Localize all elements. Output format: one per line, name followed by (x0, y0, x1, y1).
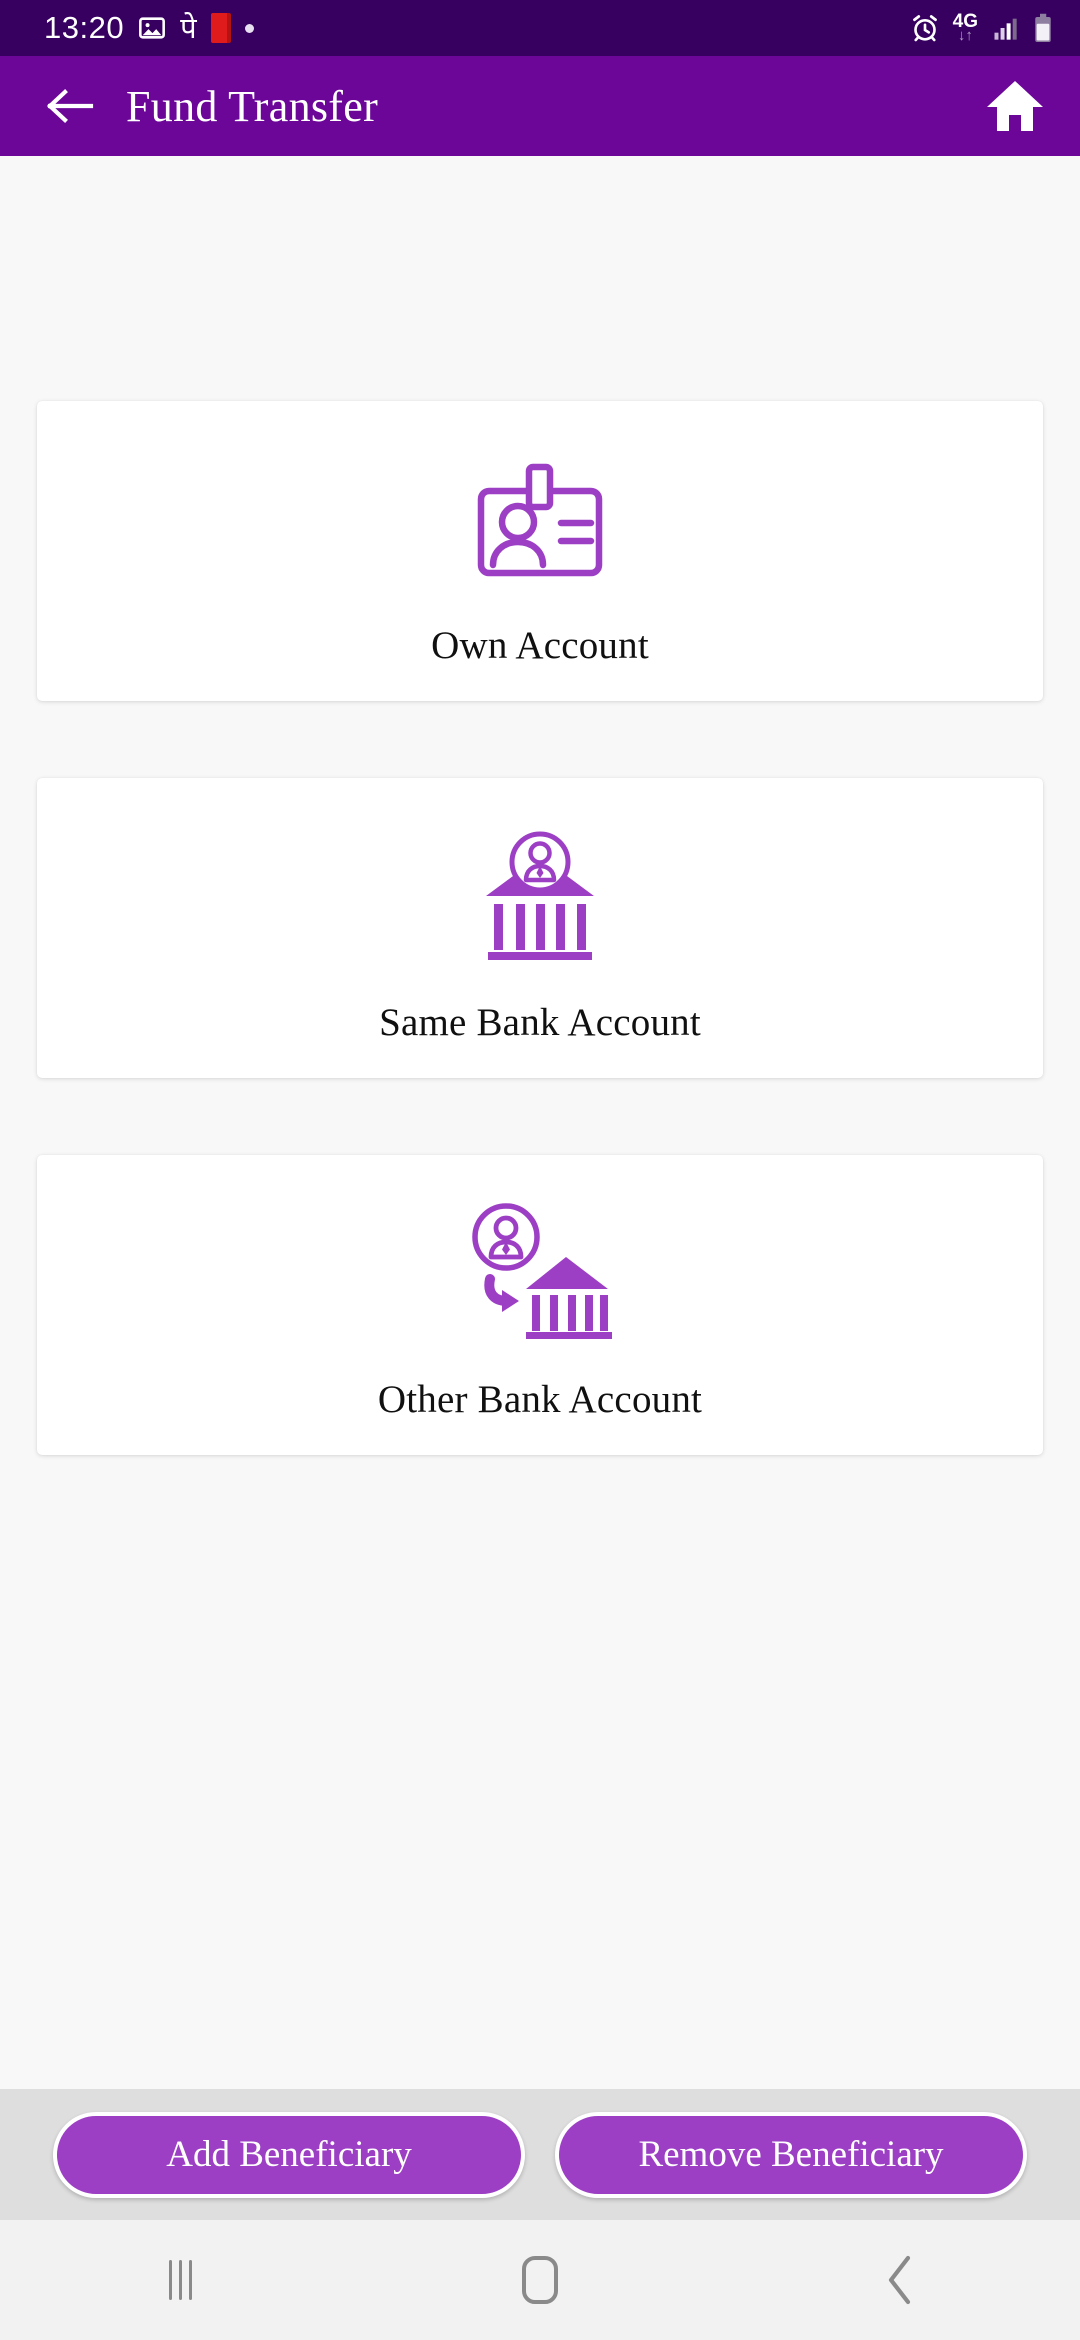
transfer-to-bank-icon (460, 1189, 620, 1339)
add-beneficiary-button[interactable]: Add Beneficiary (53, 2111, 525, 2198)
beneficiary-action-bar: Add Beneficiary Remove Beneficiary (0, 2089, 1080, 2220)
status-bar-right: 4G ↓↑ (910, 12, 1054, 44)
page-title: Fund Transfer (126, 81, 379, 131)
option-card-own-account[interactable]: Own Account (37, 401, 1043, 701)
option-label: Same Bank Account (379, 1000, 701, 1044)
phonepe-icon: पे (180, 10, 197, 45)
signal-bars-icon (991, 14, 1019, 42)
bank-person-icon (476, 812, 604, 962)
alarm-clock-icon (910, 13, 940, 43)
data-arrows-icon: ↓↑ (957, 28, 973, 44)
status-clock: 13:20 (44, 10, 125, 45)
home-square-icon (522, 2256, 558, 2304)
nav-recents-button[interactable] (0, 2260, 360, 2300)
recents-icon (168, 2260, 192, 2300)
network-type-indicator: 4G ↓↑ (953, 12, 978, 44)
status-bar: 13:20 पे 4G ↓↑ (0, 0, 1080, 56)
transfer-options-list: Own Account Same Bank Account Other Bank… (0, 156, 1080, 2089)
notification-dot-icon (244, 23, 254, 33)
home-icon (987, 81, 1043, 131)
status-bar-left: 13:20 पे (44, 10, 254, 46)
remove-beneficiary-button[interactable]: Remove Beneficiary (555, 2111, 1027, 2198)
option-card-same-bank-account[interactable]: Same Bank Account (37, 778, 1043, 1078)
home-button[interactable] (984, 75, 1046, 137)
option-card-other-bank-account[interactable]: Other Bank Account (37, 1155, 1043, 1455)
phone-screen: 13:20 पे 4G ↓↑ Fund Transfer Own Account… (0, 0, 1080, 2340)
nav-back-button[interactable] (720, 2254, 1080, 2306)
id-card-icon (473, 435, 607, 585)
nav-home-button[interactable] (360, 2256, 720, 2304)
back-chevron-icon (888, 2255, 911, 2305)
back-button[interactable] (40, 77, 98, 135)
system-nav-bar (0, 2220, 1080, 2340)
option-label: Other Bank Account (377, 1377, 703, 1421)
back-arrow-icon (47, 89, 94, 123)
battery-icon (1032, 13, 1054, 43)
option-label: Own Account (431, 623, 649, 667)
gallery-image-icon (138, 14, 166, 42)
app-bar: Fund Transfer (0, 56, 1080, 156)
red-book-icon (210, 13, 231, 43)
